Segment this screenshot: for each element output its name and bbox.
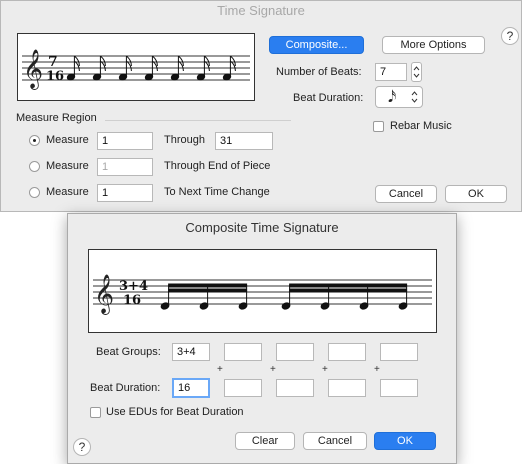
beam [168, 283, 248, 288]
composite-help-button[interactable]: ? [73, 438, 91, 456]
composite-preview: 𝄞 3+4 16 [88, 249, 437, 333]
composite-staff-svg: 𝄞 3+4 16 [93, 274, 432, 315]
time-signature-preview: 𝄞 7 16 [17, 33, 255, 101]
time-signature-dialog: Time Signature 𝄞 7 16 Composite... More … [0, 0, 522, 212]
treble-clef-icon: 𝄞 [94, 274, 114, 315]
beat-group-field-5[interactable] [380, 343, 418, 361]
measure-from-field[interactable]: 1 [97, 132, 153, 150]
composite-beat-duration-label: Beat Duration: [90, 382, 161, 394]
beat-duration-field-1[interactable]: 16 [172, 378, 210, 398]
ts-bottom: 16 [46, 69, 64, 84]
plus-sign: + [374, 364, 380, 375]
cancel-button[interactable]: Cancel [375, 185, 437, 203]
treble-clef-icon: 𝄞 [23, 49, 43, 90]
measure-region-divider [105, 120, 291, 121]
rebar-music-checkbox[interactable] [373, 121, 384, 132]
plus-sign: + [322, 364, 328, 375]
composite-ok-button[interactable]: OK [374, 432, 436, 450]
plus-sign: + [217, 364, 223, 375]
beam [289, 288, 408, 293]
number-of-beats-field[interactable]: 7 [375, 63, 407, 81]
measure-to-field[interactable]: 31 [215, 132, 273, 150]
composite-dialog-title: Composite Time Signature [185, 220, 339, 235]
beam [168, 288, 248, 293]
measure-to-end-label: Measure [46, 160, 89, 172]
composite-time-signature-dialog: Composite Time Signature 𝄞 3+4 16 Beat G… [67, 213, 457, 464]
measure-range-radio[interactable] [29, 135, 40, 146]
ok-button[interactable]: OK [445, 185, 507, 203]
clear-button[interactable]: Clear [235, 432, 295, 450]
stepper-arrows-icon [413, 66, 420, 78]
measure-range-label: Measure [46, 134, 89, 146]
measure-to-next-radio[interactable] [29, 187, 40, 198]
through-end-label: Through End of Piece [164, 160, 271, 172]
help-button[interactable]: ? [501, 27, 519, 45]
staff-preview-svg: 𝄞 7 16 [22, 49, 250, 90]
measure-region-label: Measure Region [16, 112, 97, 124]
beat-duration-popup[interactable]: 𝅘𝅥𝅯 [375, 86, 423, 108]
beat-group-field-4[interactable] [328, 343, 366, 361]
measure-to-next-label: Measure [46, 186, 89, 198]
beam [289, 283, 408, 288]
chevron-updown-icon [411, 91, 418, 103]
composite-cancel-button[interactable]: Cancel [303, 432, 367, 450]
number-of-beats-label: Number of Beats: [276, 66, 362, 78]
beat-duration-field-5[interactable] [380, 379, 418, 397]
beat-duration-field-3[interactable] [276, 379, 314, 397]
beat-groups-label: Beat Groups: [96, 346, 161, 358]
measure-to-end-radio[interactable] [29, 161, 40, 172]
measure-to-end-field: 1 [97, 158, 153, 176]
rebar-music-label: Rebar Music [390, 120, 452, 132]
number-of-beats-stepper[interactable] [411, 62, 422, 82]
beat-duration-label: Beat Duration: [293, 92, 364, 104]
ts-top: 7 [48, 54, 58, 70]
use-edus-label: Use EDUs for Beat Duration [106, 406, 244, 418]
measure-to-next-field[interactable]: 1 [97, 184, 153, 202]
dialog-title: Time Signature [217, 3, 305, 18]
through-label: Through [164, 134, 205, 146]
plus-sign: + [270, 364, 276, 375]
sixteenth-note-icon: 𝅘𝅥𝅯 [388, 87, 397, 106]
to-next-change-label: To Next Time Change [164, 186, 270, 198]
composite-ts-bottom: 16 [123, 293, 141, 308]
composite-ts-top: 3+4 [119, 279, 148, 294]
more-options-button[interactable]: More Options [382, 36, 485, 54]
composite-button[interactable]: Composite... [269, 36, 364, 54]
beat-duration-field-2[interactable] [224, 379, 262, 397]
beat-group-field-3[interactable] [276, 343, 314, 361]
beat-group-field-1[interactable]: 3+4 [172, 343, 210, 361]
beat-group-field-2[interactable] [224, 343, 262, 361]
use-edus-checkbox[interactable] [90, 407, 101, 418]
beat-duration-field-4[interactable] [328, 379, 366, 397]
